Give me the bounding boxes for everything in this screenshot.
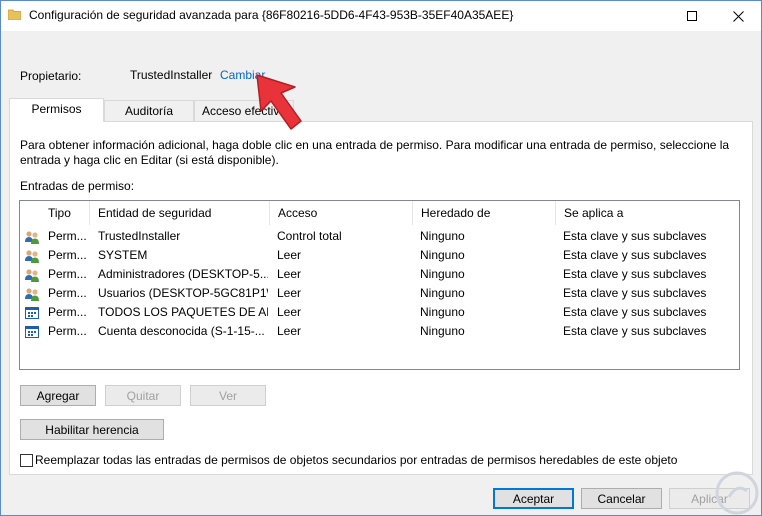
close-icon bbox=[732, 10, 744, 22]
column-header-aplica[interactable]: Se aplica a bbox=[556, 201, 739, 225]
column-header-entidad[interactable]: Entidad de seguridad bbox=[90, 201, 270, 225]
maximize-icon bbox=[687, 11, 697, 21]
list-header: Tipo Entidad de seguridad Acceso Heredad… bbox=[20, 201, 739, 225]
cell-aplica: Esta clave y sus subclaves bbox=[563, 267, 707, 281]
app-package-icon bbox=[24, 324, 40, 340]
table-row[interactable]: Perm... Usuarios (DESKTOP-5GC81P1\... Leer… bbox=[20, 284, 739, 303]
cell-heredado: Ninguno bbox=[420, 324, 465, 338]
view-button[interactable]: Ver bbox=[190, 385, 266, 406]
cell-aplica: Esta clave y sus subclaves bbox=[563, 305, 707, 319]
tab-permisos[interactable]: Permisos bbox=[9, 98, 104, 122]
owner-value: TrustedInstaller bbox=[130, 68, 213, 82]
cell-heredado: Ninguno bbox=[420, 229, 465, 243]
cell-entidad: SYSTEM bbox=[98, 248, 148, 262]
remove-button[interactable]: Quitar bbox=[105, 385, 181, 406]
cell-tipo: Perm... bbox=[48, 248, 87, 262]
tab-auditoria[interactable]: Auditoría bbox=[104, 100, 194, 121]
owner-label: Propietario: bbox=[20, 69, 82, 83]
cell-aplica: Esta clave y sus subclaves bbox=[563, 248, 707, 262]
cell-heredado: Ninguno bbox=[420, 305, 465, 319]
change-owner-link[interactable]: Cambiar bbox=[220, 68, 265, 82]
folder-icon bbox=[8, 9, 21, 20]
cell-acceso: Leer bbox=[277, 267, 302, 281]
cell-heredado: Ninguno bbox=[420, 267, 465, 281]
users-icon bbox=[24, 286, 40, 302]
cell-tipo: Perm... bbox=[48, 286, 87, 300]
cell-aplica: Esta clave y sus subclaves bbox=[563, 229, 707, 243]
cell-tipo: Perm... bbox=[48, 305, 87, 319]
enable-inheritance-button[interactable]: Habilitar herencia bbox=[20, 419, 164, 440]
cell-tipo: Perm... bbox=[48, 267, 87, 281]
column-header-acceso[interactable]: Acceso bbox=[270, 201, 413, 225]
replace-permissions-label: Reemplazar todas las entradas de permiso… bbox=[35, 453, 678, 467]
cell-entidad: Cuenta desconocida (S-1-15-... bbox=[98, 324, 265, 338]
table-row[interactable]: Perm... Administradores (DESKTOP-5... Leer… bbox=[20, 265, 739, 284]
cell-entidad: TrustedInstaller bbox=[98, 229, 181, 243]
cell-acceso: Leer bbox=[277, 324, 302, 338]
cell-entidad: Administradores (DESKTOP-5... bbox=[98, 267, 268, 281]
title-bar: Configuración de seguridad avanzada para… bbox=[1, 1, 761, 31]
replace-permissions-checkbox[interactable] bbox=[20, 454, 33, 467]
column-header-heredado[interactable]: Heredado de bbox=[413, 201, 556, 225]
maximize-button[interactable] bbox=[669, 1, 715, 31]
info-text: Para obtener información adicional, haga… bbox=[20, 138, 730, 167]
table-row[interactable]: Perm... TODOS LOS PAQUETES DE AP... Leer Ni… bbox=[20, 303, 739, 322]
cell-heredado: Ninguno bbox=[420, 248, 465, 262]
cell-tipo: Perm... bbox=[48, 229, 87, 243]
app-package-icon bbox=[24, 305, 40, 321]
advanced-security-dialog: Configuración de seguridad avanzada para… bbox=[0, 0, 762, 516]
users-icon bbox=[24, 229, 40, 245]
cell-acceso: Leer bbox=[277, 305, 302, 319]
cell-aplica: Esta clave y sus subclaves bbox=[563, 324, 707, 338]
table-row[interactable]: Perm... Cuenta desconocida (S-1-15-... Lee… bbox=[20, 322, 739, 341]
window-title: Configuración de seguridad avanzada para… bbox=[29, 8, 514, 22]
cell-acceso: Leer bbox=[277, 286, 302, 300]
ok-button[interactable]: Aceptar bbox=[493, 488, 574, 509]
column-header-tipo[interactable]: Tipo bbox=[40, 201, 90, 225]
cell-entidad: TODOS LOS PAQUETES DE AP... bbox=[98, 305, 268, 319]
cell-acceso: Leer bbox=[277, 248, 302, 262]
table-row[interactable]: Perm... SYSTEM Leer Ninguno Esta clave y sus… bbox=[20, 246, 739, 265]
entries-label: Entradas de permiso: bbox=[20, 179, 135, 193]
table-row[interactable]: Perm... TrustedInstaller Control total Ning… bbox=[20, 227, 739, 246]
permission-entries-list[interactable]: Tipo Entidad de seguridad Acceso Heredad… bbox=[19, 200, 740, 370]
add-button[interactable]: Agregar bbox=[20, 385, 96, 406]
cell-entidad: Usuarios (DESKTOP-5GC81P1\... bbox=[98, 286, 268, 300]
users-icon bbox=[24, 267, 40, 283]
cell-heredado: Ninguno bbox=[420, 286, 465, 300]
close-button[interactable] bbox=[715, 1, 761, 31]
users-icon bbox=[24, 248, 40, 264]
cell-aplica: Esta clave y sus subclaves bbox=[563, 286, 707, 300]
cancel-button[interactable]: Cancelar bbox=[581, 488, 662, 509]
logo-icon bbox=[715, 471, 759, 515]
cell-acceso: Control total bbox=[277, 229, 342, 243]
cell-tipo: Perm... bbox=[48, 324, 87, 338]
tab-acceso-efectivo[interactable]: Acceso efectivo bbox=[194, 100, 294, 121]
